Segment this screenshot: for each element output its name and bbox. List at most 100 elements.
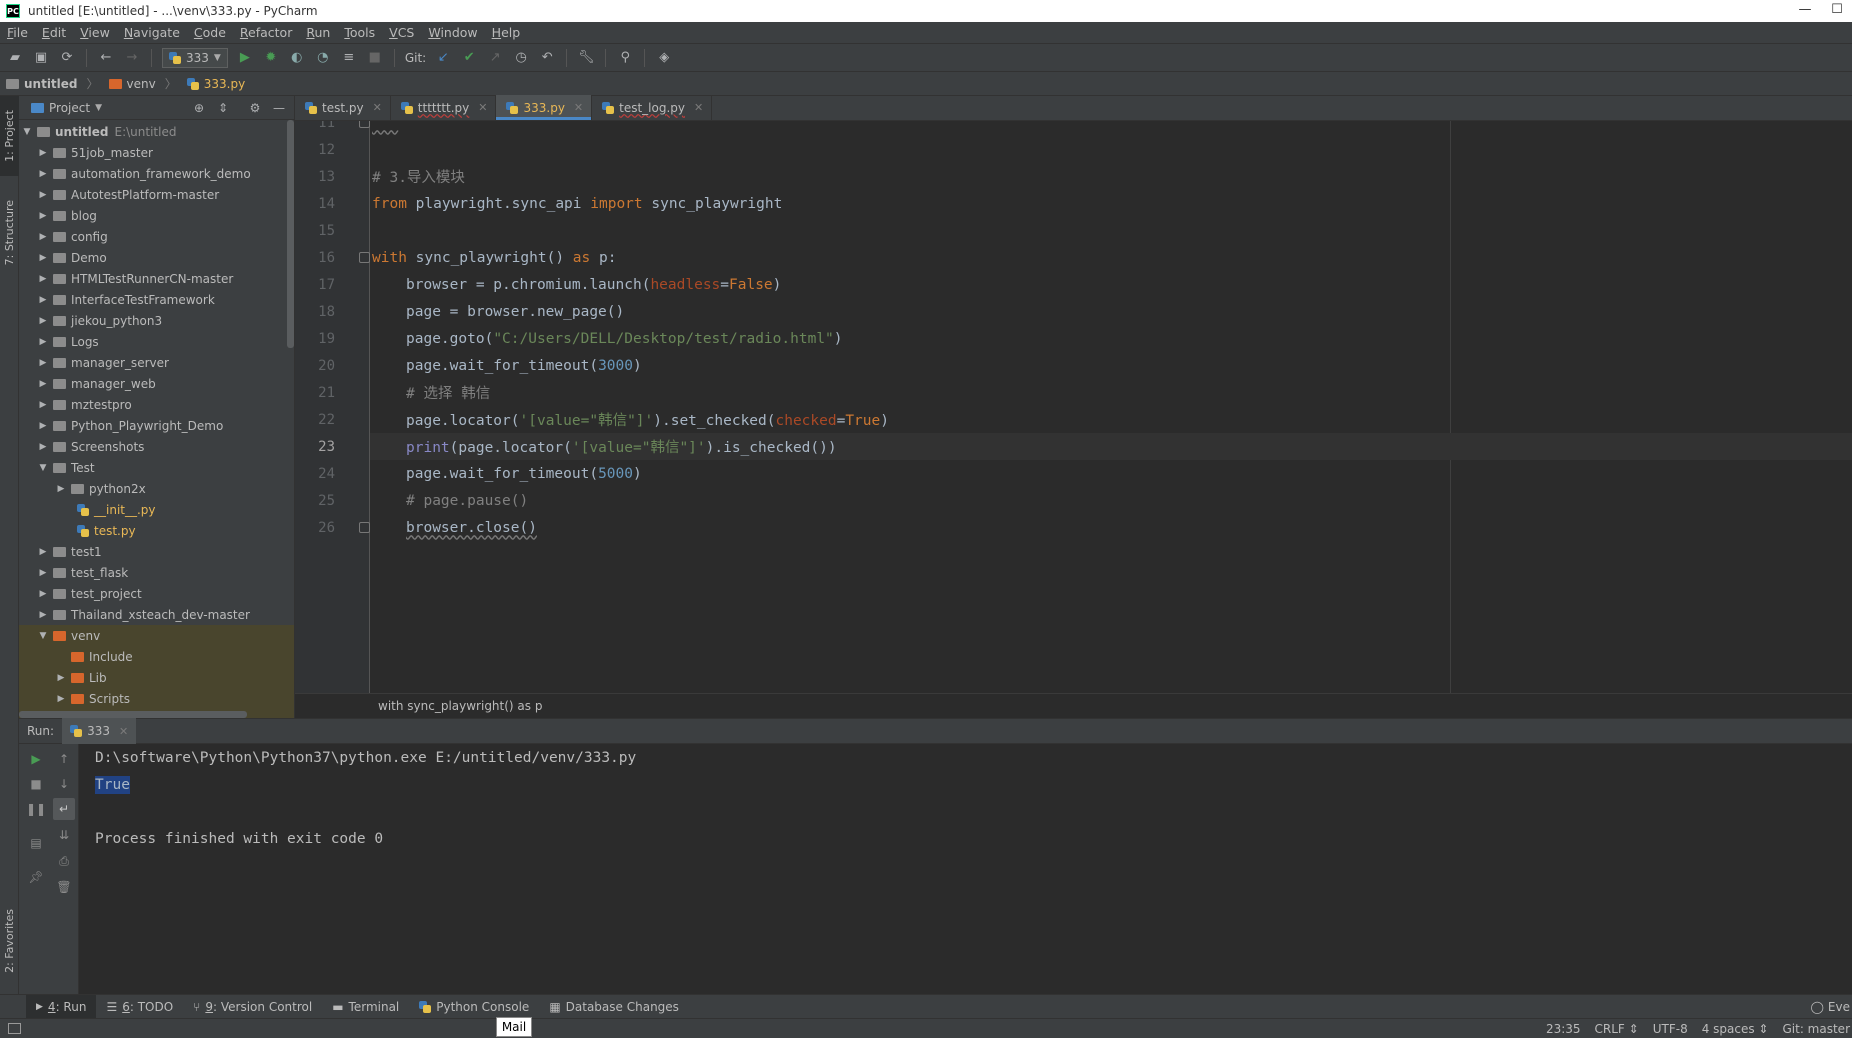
collapsed-arrow-icon[interactable]: ▶ — [37, 589, 49, 599]
collapsed-arrow-icon[interactable]: ▶ — [37, 295, 49, 305]
collapsed-arrow-icon[interactable]: ▶ — [37, 253, 49, 263]
collapsed-arrow-icon[interactable]: ▶ — [37, 169, 49, 179]
close-icon[interactable]: ✕ — [694, 101, 703, 114]
tree-item[interactable]: ▶ jiekou_python3 — [19, 310, 294, 331]
tree-item[interactable]: ▶ 51job_master — [19, 142, 294, 163]
search-icon[interactable]: ⚲ — [614, 47, 636, 69]
sync-icon[interactable]: ⟳ — [56, 47, 78, 69]
tree-item[interactable]: ▶ mztestpro — [19, 394, 294, 415]
tree-item[interactable]: ▶ manager_server — [19, 352, 294, 373]
collapsed-arrow-icon[interactable]: ▶ — [55, 694, 67, 704]
collapsed-arrow-icon[interactable]: ▶ — [37, 568, 49, 578]
collapsed-arrow-icon[interactable]: ▶ — [37, 274, 49, 284]
collapsed-arrow-icon[interactable]: ▶ — [37, 400, 49, 410]
menu-navigate[interactable]: Navigate — [117, 25, 187, 40]
collapsed-arrow-icon[interactable]: ▶ — [37, 190, 49, 200]
encoding-widget[interactable]: UTF-8 — [1653, 1022, 1688, 1036]
tree-item[interactable]: ▶ AutotestPlatform-master — [19, 184, 294, 205]
console-output[interactable]: D:\software\Python\Python37\python.exe E… — [95, 744, 1852, 994]
tree-item-venv[interactable]: ▼ venv — [19, 625, 294, 646]
collapsed-arrow-icon[interactable]: ▶ — [37, 358, 49, 368]
expand-arrow-icon[interactable]: ▼ — [37, 463, 49, 473]
hide-icon[interactable]: — — [270, 99, 288, 117]
menu-tools[interactable]: Tools — [337, 25, 382, 40]
tree-item[interactable]: ▶ Lib — [19, 667, 294, 688]
collapsed-arrow-icon[interactable]: ▶ — [37, 148, 49, 158]
breadcrumb-file[interactable]: 333.py — [181, 77, 249, 91]
tool-tab-run[interactable]: ▶ 4: Run — [26, 994, 97, 1019]
tool-tab-favorites[interactable]: 2: Favorites — [0, 896, 19, 986]
run-icon[interactable]: ▶ — [234, 47, 256, 69]
tree-item[interactable]: ▶ Screenshots — [19, 436, 294, 457]
collapsed-arrow-icon[interactable]: ▶ — [37, 211, 49, 221]
collapsed-arrow-icon[interactable]: ▶ — [37, 379, 49, 389]
back-arrow-icon[interactable]: ← — [95, 47, 117, 69]
fold-marker-icon[interactable] — [359, 121, 370, 128]
menu-view[interactable]: View — [73, 25, 117, 40]
menu-run[interactable]: Run — [299, 25, 337, 40]
stop-icon[interactable]: ■ — [25, 773, 47, 795]
run-configuration-select[interactable]: 333 ▼ — [162, 47, 228, 68]
indent-widget[interactable]: 4 spaces ⇕ — [1702, 1022, 1769, 1036]
menu-window[interactable]: Window — [421, 25, 484, 40]
tool-tab-todo[interactable]: ☰ 6: TODO — [96, 995, 183, 1019]
rollback-icon[interactable]: ↶ — [536, 47, 558, 69]
menu-file[interactable]: File — [0, 25, 35, 40]
editor-tab[interactable]: test.py ✕ — [295, 95, 391, 120]
pin-icon[interactable]: 📌︎ — [25, 866, 47, 888]
tool-tab-terminal[interactable]: ▬ Terminal — [322, 995, 409, 1019]
open-folder-icon[interactable]: ▰ — [4, 47, 26, 69]
horizontal-scrollbar[interactable] — [19, 711, 247, 718]
print-icon[interactable]: ⎙ — [53, 850, 75, 872]
coverage-icon[interactable]: ◐ — [286, 47, 308, 69]
tree-item[interactable]: ▶ automation_framework_demo — [19, 163, 294, 184]
fold-marker-icon[interactable] — [359, 252, 370, 263]
translate-icon[interactable]: ◈ — [653, 47, 675, 69]
tree-item[interactable]: ▶ Demo — [19, 247, 294, 268]
code-area[interactable]: 11 ''' 12 13 # 3.导入模块 14 from playwright… — [318, 121, 1852, 693]
tree-item[interactable]: ▶ blog — [19, 205, 294, 226]
collapsed-arrow-icon[interactable]: ▶ — [37, 547, 49, 557]
close-icon[interactable]: ✕ — [574, 101, 583, 114]
tool-windows-toggle-icon[interactable] — [8, 1023, 21, 1034]
line-separator-widget[interactable]: CRLF ⇕ — [1595, 1022, 1639, 1036]
tree-item[interactable]: ▶ Scripts — [19, 688, 294, 709]
editor-tab-active[interactable]: 333.py ✕ — [496, 95, 593, 120]
tree-item[interactable]: ▶ config — [19, 226, 294, 247]
tool-tab-project[interactable]: 1: Project — [0, 96, 19, 176]
close-icon[interactable]: ✕ — [373, 101, 382, 114]
up-arrow-icon[interactable]: ↑ — [53, 748, 75, 770]
profile-icon[interactable]: ◔ — [312, 47, 334, 69]
minimize-button[interactable]: — — [1785, 0, 1825, 22]
debug-icon[interactable]: ✹ — [260, 47, 282, 69]
menu-vcs[interactable]: VCS — [382, 25, 421, 40]
concurrency-icon[interactable]: ≡ — [338, 47, 360, 69]
expand-arrow-icon[interactable]: ▼ — [37, 631, 49, 641]
tree-item[interactable]: ▶ Thailand_xsteach_dev-master — [19, 604, 294, 625]
tree-item[interactable]: ▶ test_flask — [19, 562, 294, 583]
rerun-icon[interactable]: ▶ — [25, 748, 47, 770]
maximize-button[interactable]: ☐ — [1822, 0, 1852, 22]
menu-help[interactable]: Help — [485, 25, 528, 40]
close-icon[interactable]: ✕ — [478, 101, 487, 114]
collapsed-arrow-icon[interactable]: ▶ — [37, 421, 49, 431]
collapsed-arrow-icon[interactable]: ▶ — [37, 337, 49, 347]
collapsed-arrow-icon[interactable]: ▶ — [37, 316, 49, 326]
tree-item[interactable]: ▶ test1 — [19, 541, 294, 562]
fold-marker-icon[interactable] — [359, 522, 370, 533]
tree-item[interactable]: ▶ Python_Playwright_Demo — [19, 415, 294, 436]
restore-layout-icon[interactable]: ▤ — [25, 832, 47, 854]
git-push-icon[interactable]: ↗ — [484, 47, 506, 69]
editor-tab[interactable]: test_log.py ✕ — [592, 95, 713, 120]
menu-code[interactable]: Code — [187, 25, 233, 40]
tree-item[interactable]: ▶ python2x — [19, 478, 294, 499]
menu-refactor[interactable]: Refactor — [233, 25, 299, 40]
tree-item[interactable]: Include — [19, 646, 294, 667]
tree-item[interactable]: test.py — [19, 520, 294, 541]
tree-item[interactable]: ▶ test_project — [19, 583, 294, 604]
trash-icon[interactable]: 🗑︎ — [53, 876, 75, 898]
breadcrumb-venv[interactable]: venv 〉 — [103, 75, 181, 92]
caret-position[interactable]: 23:35 — [1546, 1022, 1581, 1036]
run-tab[interactable]: 333 ✕ — [62, 718, 137, 744]
git-branch-widget[interactable]: Git: master — [1782, 1022, 1850, 1036]
